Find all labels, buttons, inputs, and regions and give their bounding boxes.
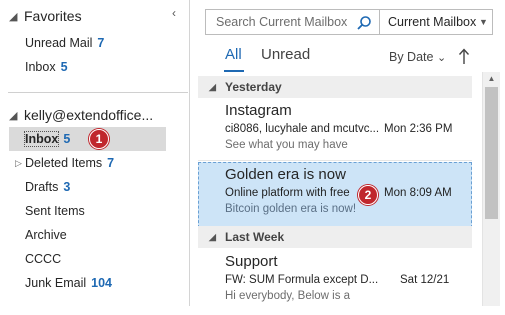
- search-icon[interactable]: [356, 15, 372, 31]
- divider: [8, 92, 188, 93]
- folder-label: CCCC: [25, 252, 62, 266]
- message-time: Mon 8:09 AM: [384, 187, 452, 199]
- search-scope-dropdown[interactable]: Current Mailbox ▼: [380, 9, 493, 35]
- item-count: 3: [63, 180, 71, 194]
- group-header-yesterday[interactable]: ◢ Yesterday: [198, 76, 472, 98]
- message-time: Mon 2:36 PM: [384, 123, 453, 135]
- folder-label: Drafts: [25, 180, 59, 194]
- pane-divider[interactable]: [189, 0, 190, 306]
- folder-label: Inbox: [25, 60, 56, 74]
- collapse-group-icon[interactable]: ◢: [209, 226, 216, 248]
- unread-count: 104: [91, 276, 112, 290]
- message-time: Sat 12/21: [400, 274, 450, 286]
- unread-count: 5: [60, 60, 68, 74]
- collapse-pane-icon[interactable]: ‹: [172, 6, 176, 20]
- divider: [198, 160, 472, 161]
- folder-label: Unread Mail: [25, 36, 93, 50]
- folder-sent-items[interactable]: Sent Items: [0, 199, 189, 223]
- favorites-header[interactable]: Favorites: [24, 8, 82, 24]
- chevron-down-icon: ▼: [479, 17, 488, 27]
- collapse-favorites-icon[interactable]: ◢: [9, 10, 17, 23]
- search-placeholder: Search Current Mailbox: [216, 15, 348, 29]
- collapse-account-icon[interactable]: ◢: [9, 109, 17, 122]
- message-subject: Online platform with free: [225, 187, 350, 199]
- expand-icon[interactable]: ▷: [15, 151, 22, 175]
- folder-label: Archive: [25, 228, 67, 242]
- folder-inbox[interactable]: Inbox 5 1: [9, 127, 166, 151]
- step-2-badge: 2: [358, 185, 378, 205]
- scroll-up-icon[interactable]: ▲: [483, 72, 500, 86]
- group-label: Last Week: [225, 230, 285, 244]
- message-item[interactable]: Support FW: SUM Formula except D... Sat …: [198, 249, 472, 315]
- search-input[interactable]: Search Current Mailbox: [205, 9, 380, 35]
- folder-label: Deleted Items: [25, 156, 103, 170]
- message-item-selected[interactable]: Golden era is now Online platform with f…: [198, 162, 472, 228]
- message-subject: ci8086, lucyhale and mcutvc...: [225, 123, 380, 135]
- tab-unread[interactable]: Unread: [261, 46, 310, 63]
- message-sender: Support: [225, 253, 278, 270]
- unread-count: 7: [97, 36, 105, 50]
- step-1-badge: 1: [89, 129, 109, 149]
- message-subject: FW: SUM Formula except D...: [225, 274, 379, 286]
- collapse-group-icon[interactable]: ◢: [209, 76, 216, 98]
- message-preview: See what you may have: [225, 139, 348, 151]
- folder-archive[interactable]: Archive: [0, 223, 189, 247]
- chevron-down-icon: ⌄: [436, 52, 447, 64]
- folder-label: Sent Items: [25, 204, 85, 218]
- folder-label: Junk Email: [25, 276, 87, 290]
- tab-all[interactable]: All: [225, 46, 242, 63]
- favorite-unread-mail[interactable]: Unread Mail 7: [0, 31, 189, 55]
- active-tab-indicator: [224, 70, 244, 72]
- message-list-scrollbar[interactable]: ▲: [482, 72, 500, 306]
- sort-by-dropdown[interactable]: By Date ⌄: [389, 50, 446, 64]
- sort-direction-icon[interactable]: [457, 47, 471, 65]
- folder-drafts[interactable]: Drafts 3: [0, 175, 189, 199]
- folder-pane: ◢ Favorites ‹ Unread Mail 7 Inbox 5 ◢ kell…: [0, 0, 189, 306]
- account-header[interactable]: kelly@extendoffice...: [24, 107, 153, 123]
- message-item[interactable]: Instagram ci8086, lucyhale and mcutvc...…: [198, 98, 472, 164]
- group-header-last-week[interactable]: ◢ Last Week: [198, 226, 472, 248]
- unread-count: 5: [63, 132, 71, 146]
- message-preview: Bitcoin golden era is now!: [225, 203, 357, 215]
- folder-label: Inbox: [23, 131, 60, 147]
- folder-junk-email[interactable]: Junk Email 104: [0, 271, 189, 295]
- group-label: Yesterday: [225, 80, 282, 94]
- folder-deleted-items[interactable]: ▷ Deleted Items 7: [0, 151, 189, 175]
- unread-count: 7: [107, 156, 115, 170]
- sort-label: By Date: [389, 50, 434, 64]
- scrollbar-thumb[interactable]: [485, 87, 498, 219]
- folder-cccc[interactable]: CCCC: [0, 247, 189, 271]
- message-sender: Golden era is now: [225, 166, 346, 183]
- message-preview: Hi everybody, Below is a: [225, 290, 351, 302]
- message-sender: Instagram: [225, 102, 292, 119]
- favorite-inbox[interactable]: Inbox 5: [0, 55, 189, 79]
- search-scope-label: Current Mailbox: [388, 15, 477, 29]
